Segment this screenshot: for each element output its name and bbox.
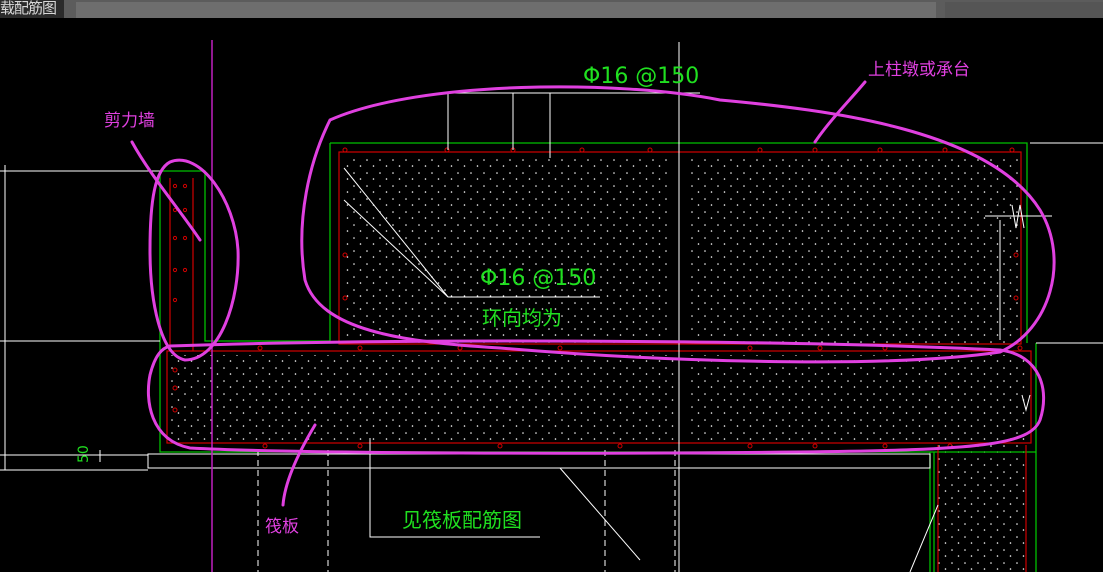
rebar-top-label: Φ16 @150	[583, 64, 699, 89]
cad-canvas[interactable]: Φ16 @150 Φ16 @150 环向均为 见筏板配筋图 50 剪力墙 上柱墩…	[0, 0, 1103, 572]
pier-cap-label: 上柱墩或承台	[868, 60, 970, 80]
rebar-side-label: Φ16 @150	[480, 266, 596, 291]
raft-note-label: 见筏板配筋图	[402, 508, 522, 532]
ring-note-label: 环向均为	[482, 306, 562, 330]
dim-50-label: 50	[76, 445, 92, 463]
shear-wall-label: 剪力墙	[104, 111, 155, 131]
raft-label: 筏板	[265, 517, 299, 537]
